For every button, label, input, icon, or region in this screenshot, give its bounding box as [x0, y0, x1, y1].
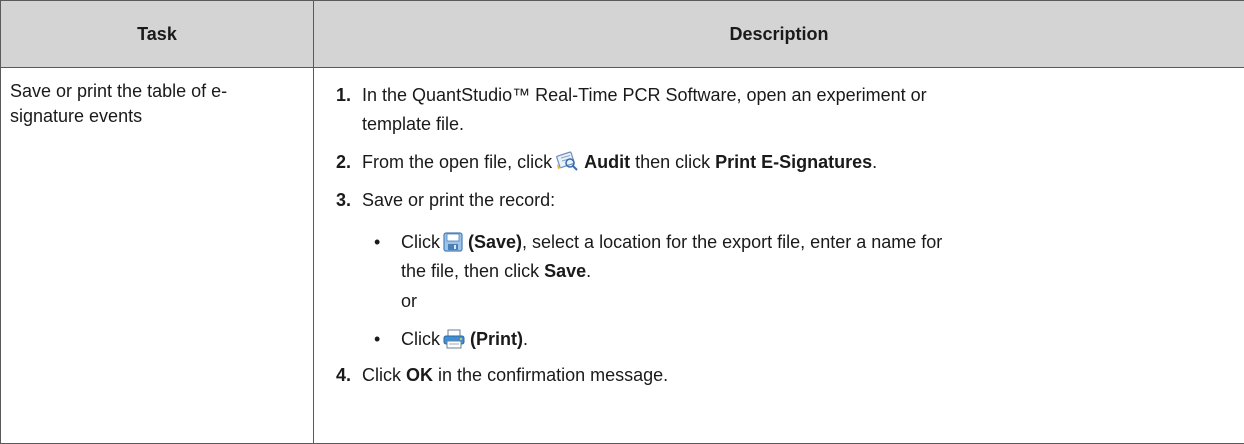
step-text: Click OK in the confirmation message. [362, 361, 668, 390]
bullet-rest: , select a location for the export file,… [522, 232, 942, 252]
header-description: Description [314, 1, 1244, 68]
save-button-label: Save [544, 261, 586, 281]
line2-suffix: . [586, 261, 591, 281]
table-row: Save or print the table of e-signature e… [1, 68, 1244, 444]
print-label: (Print) [470, 329, 523, 349]
step-prefix: Click [362, 365, 401, 385]
save-label: (Save) [468, 232, 522, 252]
printer-icon [443, 329, 465, 358]
step-prefix: From the open file, click [362, 152, 552, 172]
task-cell: Save or print the table of e-signature e… [1, 68, 314, 444]
step-mid: then click [635, 152, 710, 172]
task-description-table: Task Description Save or print the table… [0, 0, 1244, 444]
audit-label: Audit [584, 152, 630, 172]
ok-label: OK [406, 365, 433, 385]
header-task: Task [1, 1, 314, 68]
bullet-text: Click (Print). [401, 325, 528, 358]
bullet-dot: • [374, 228, 380, 257]
step-suffix: . [872, 152, 877, 172]
click-word: Click [401, 232, 440, 252]
description-cell: 1. In the QuantStudio™ Real-Time PCR Sof… [314, 68, 1244, 444]
step-text: In the QuantStudio™ Real-Time PCR Softwa… [362, 81, 927, 110]
step-text: Save or print the record: [362, 186, 555, 215]
audit-icon [555, 150, 579, 181]
bullet-dot: • [374, 325, 380, 354]
line2-prefix: the file, then click [401, 261, 539, 281]
step-number: 1. [336, 81, 351, 110]
step-number: 4. [336, 361, 351, 390]
step-text: template file. [362, 110, 464, 139]
or-text: or [401, 287, 417, 316]
click-word: Click [401, 329, 440, 349]
bullet-suffix: . [523, 329, 528, 349]
bullet-text: the file, then click Save. [401, 257, 591, 286]
header-row: Task Description [1, 1, 1244, 68]
step-suffix: in the confirmation message. [438, 365, 668, 385]
step-text: From the open file, click Audit then cli… [362, 148, 877, 181]
step-number: 2. [336, 148, 351, 177]
step-number: 3. [336, 186, 351, 215]
print-esignatures-label: Print E-Signatures [715, 152, 872, 172]
